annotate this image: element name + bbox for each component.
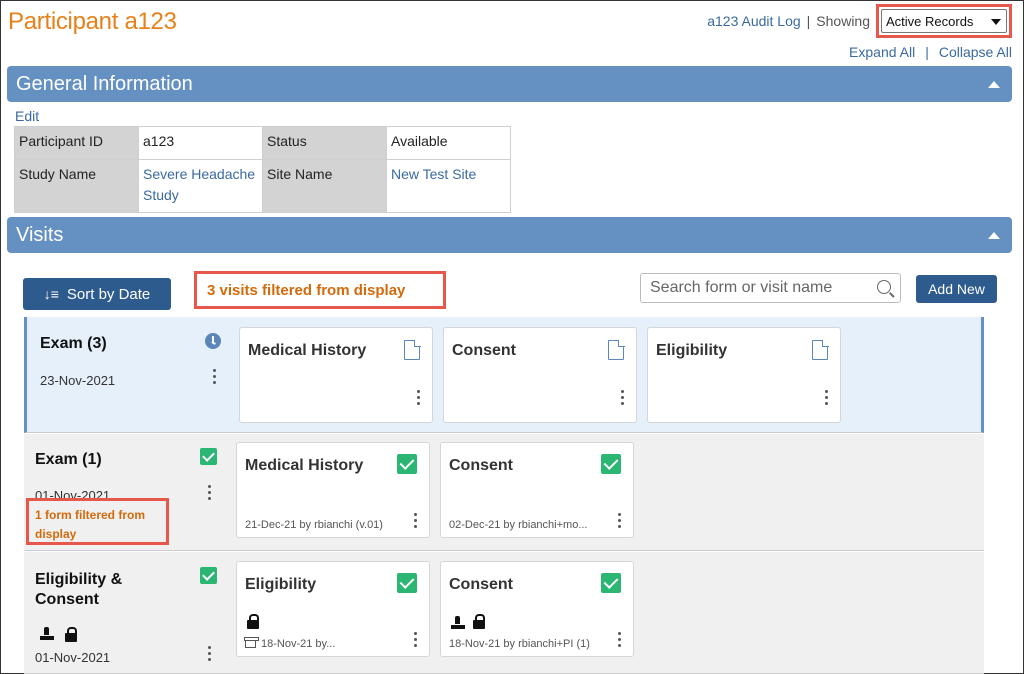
complete-check-icon [601,454,621,474]
form-title: Consent [449,576,513,593]
visits-filtered-notice: 3 visits filtered from display [194,271,446,309]
site-name-label: Site Name [262,159,387,213]
collapse-arrow-icon[interactable] [988,81,1000,88]
collapse-all-link[interactable]: Collapse All [939,44,1012,60]
visit-name: Exam (1) [35,451,102,468]
visit-menu-kebab-icon[interactable] [208,485,212,503]
document-icon [812,339,829,360]
form-card[interactable]: Consent [443,327,637,423]
visit-menu-kebab-icon[interactable] [208,646,212,664]
form-card[interactable]: Consent 18-Nov-21 by rbianchi+PI (1) [440,561,634,657]
status-value: Available [386,126,511,160]
form-title: Consent [449,457,513,474]
form-menu-kebab-icon[interactable] [618,513,622,531]
showing-label: Showing [816,13,870,29]
lock-icon [473,614,485,629]
search-input[interactable]: Search form or visit name [640,273,901,303]
form-title: Eligibility [245,576,317,593]
visit-row[interactable]: Exam (3) 23-Nov-2021 Medical History Con… [24,317,984,433]
document-icon [608,339,625,360]
records-filter-value: Active Records [886,13,974,29]
general-information-title: General Information [16,72,193,95]
form-card[interactable]: Medical History [239,327,433,423]
form-card[interactable]: Eligibility 18-Nov-21 by... [236,561,430,657]
complete-check-icon [200,448,217,465]
visit-date: 23-Nov-2021 [40,373,116,388]
site-name-link[interactable]: New Test Site [391,166,476,182]
form-card[interactable]: Medical History 21-Dec-21 by rbianchi (v… [236,442,430,538]
page-title: Participant a123 [8,8,177,35]
form-menu-kebab-icon[interactable] [414,632,418,650]
visit-row[interactable]: Eligibility & Consent 01-Nov-2021 Eligib… [24,552,984,674]
signature-stamp-icon [451,616,465,630]
form-meta-row: 18-Nov-21 by... [244,637,336,650]
complete-check-icon [397,573,417,593]
form-meta: 18-Nov-21 by... [261,638,336,650]
visit-name: Eligibility & Consent [35,571,123,608]
form-card[interactable]: Consent 02-Dec-21 by rbianchi+mo... [440,442,634,538]
header-controls: a123 Audit Log | Showing Active Records [707,4,1012,38]
form-filtered-notice: 1 form filtered from display [26,498,169,545]
form-meta: 02-Dec-21 by rbianchi+mo... [449,519,588,531]
form-menu-kebab-icon[interactable] [618,632,622,650]
visit-menu-kebab-icon[interactable] [213,369,217,387]
caret-down-icon [991,19,1001,25]
study-name-label: Study Name [14,159,139,213]
collapse-arrow-icon[interactable] [988,232,1000,239]
participant-info-table: Participant ID a123 Status Available Stu… [14,126,511,213]
expand-all-link[interactable]: Expand All [849,44,915,60]
participant-id-value: a123 [138,126,263,160]
visit-name: Exam (3) [40,335,107,352]
visits-title: Visits [16,223,64,246]
expand-collapse-controls: Expand All | Collapse All [849,44,1012,60]
search-placeholder: Search form or visit name [650,279,833,296]
complete-check-icon [601,573,621,593]
form-menu-kebab-icon[interactable] [825,390,829,408]
edit-link[interactable]: Edit [15,108,39,124]
sort-icon: ↓≡ [43,286,59,302]
general-information-header[interactable]: General Information [7,66,1012,102]
form-card[interactable]: Eligibility [647,327,841,423]
audit-log-link[interactable]: a123 Audit Log [707,13,800,29]
complete-check-icon [397,454,417,474]
form-title: Medical History [245,457,364,474]
form-title: Eligibility [656,342,728,359]
document-icon [404,339,421,360]
separator: | [925,44,929,60]
visits-header[interactable]: Visits [7,217,1012,253]
participant-id-label: Participant ID [14,126,139,160]
separator: | [806,13,811,29]
study-name-cell: Severe Headache Study [138,159,263,213]
records-filter-select[interactable]: Active Records [881,9,1007,33]
form-meta: 21-Dec-21 by rbianchi (v.01) [245,519,383,531]
form-title: Medical History [248,342,367,359]
lock-icon [65,627,77,642]
form-title: Consent [452,342,516,359]
lock-icon [247,614,259,629]
form-menu-kebab-icon[interactable] [414,513,418,531]
form-menu-kebab-icon[interactable] [621,390,625,408]
signature-stamp-icon [40,627,54,641]
status-label: Status [262,126,387,160]
study-name-link[interactable]: Severe Headache Study [143,166,255,203]
complete-check-icon [200,567,217,584]
add-new-button[interactable]: Add New [916,275,997,303]
showing-highlight: Active Records [876,4,1012,38]
sort-by-date-button[interactable]: ↓≡ Sort by Date [23,278,171,310]
sort-button-label: Sort by Date [66,285,151,303]
site-name-cell: New Test Site [386,159,511,213]
form-meta: 18-Nov-21 by rbianchi+PI (1) [449,638,590,650]
archive-icon [244,637,259,648]
visit-date: 01-Nov-2021 [35,650,111,665]
form-menu-kebab-icon[interactable] [417,390,421,408]
search-icon[interactable] [877,280,891,294]
clock-icon [205,333,221,349]
